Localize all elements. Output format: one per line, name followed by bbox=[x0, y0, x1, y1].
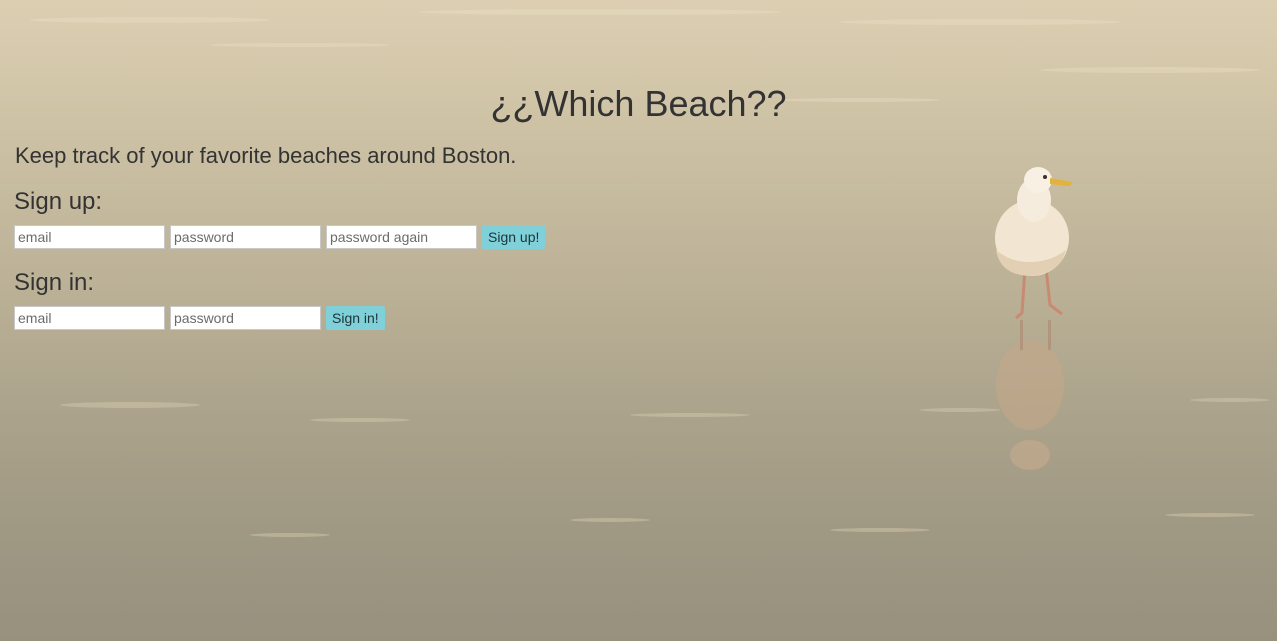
page-title: ¿¿Which Beach?? bbox=[490, 83, 787, 124]
signup-password-input[interactable] bbox=[170, 225, 321, 249]
signin-password-input[interactable] bbox=[170, 306, 321, 330]
page-content: ¿¿Which Beach?? Keep track of your favor… bbox=[0, 0, 1277, 641]
page-subtitle: Keep track of your favorite beaches arou… bbox=[15, 143, 517, 168]
signin-form: Sign in! bbox=[14, 306, 385, 330]
signup-email-input[interactable] bbox=[14, 225, 165, 249]
signin-heading: Sign in: bbox=[14, 269, 95, 296]
signup-form: Sign up! bbox=[14, 225, 546, 249]
signin-email-input[interactable] bbox=[14, 306, 165, 330]
signup-password-again-input[interactable] bbox=[326, 225, 477, 249]
signin-button[interactable]: Sign in! bbox=[326, 306, 385, 330]
signup-button[interactable]: Sign up! bbox=[482, 225, 546, 249]
signup-heading: Sign up: bbox=[14, 188, 103, 215]
